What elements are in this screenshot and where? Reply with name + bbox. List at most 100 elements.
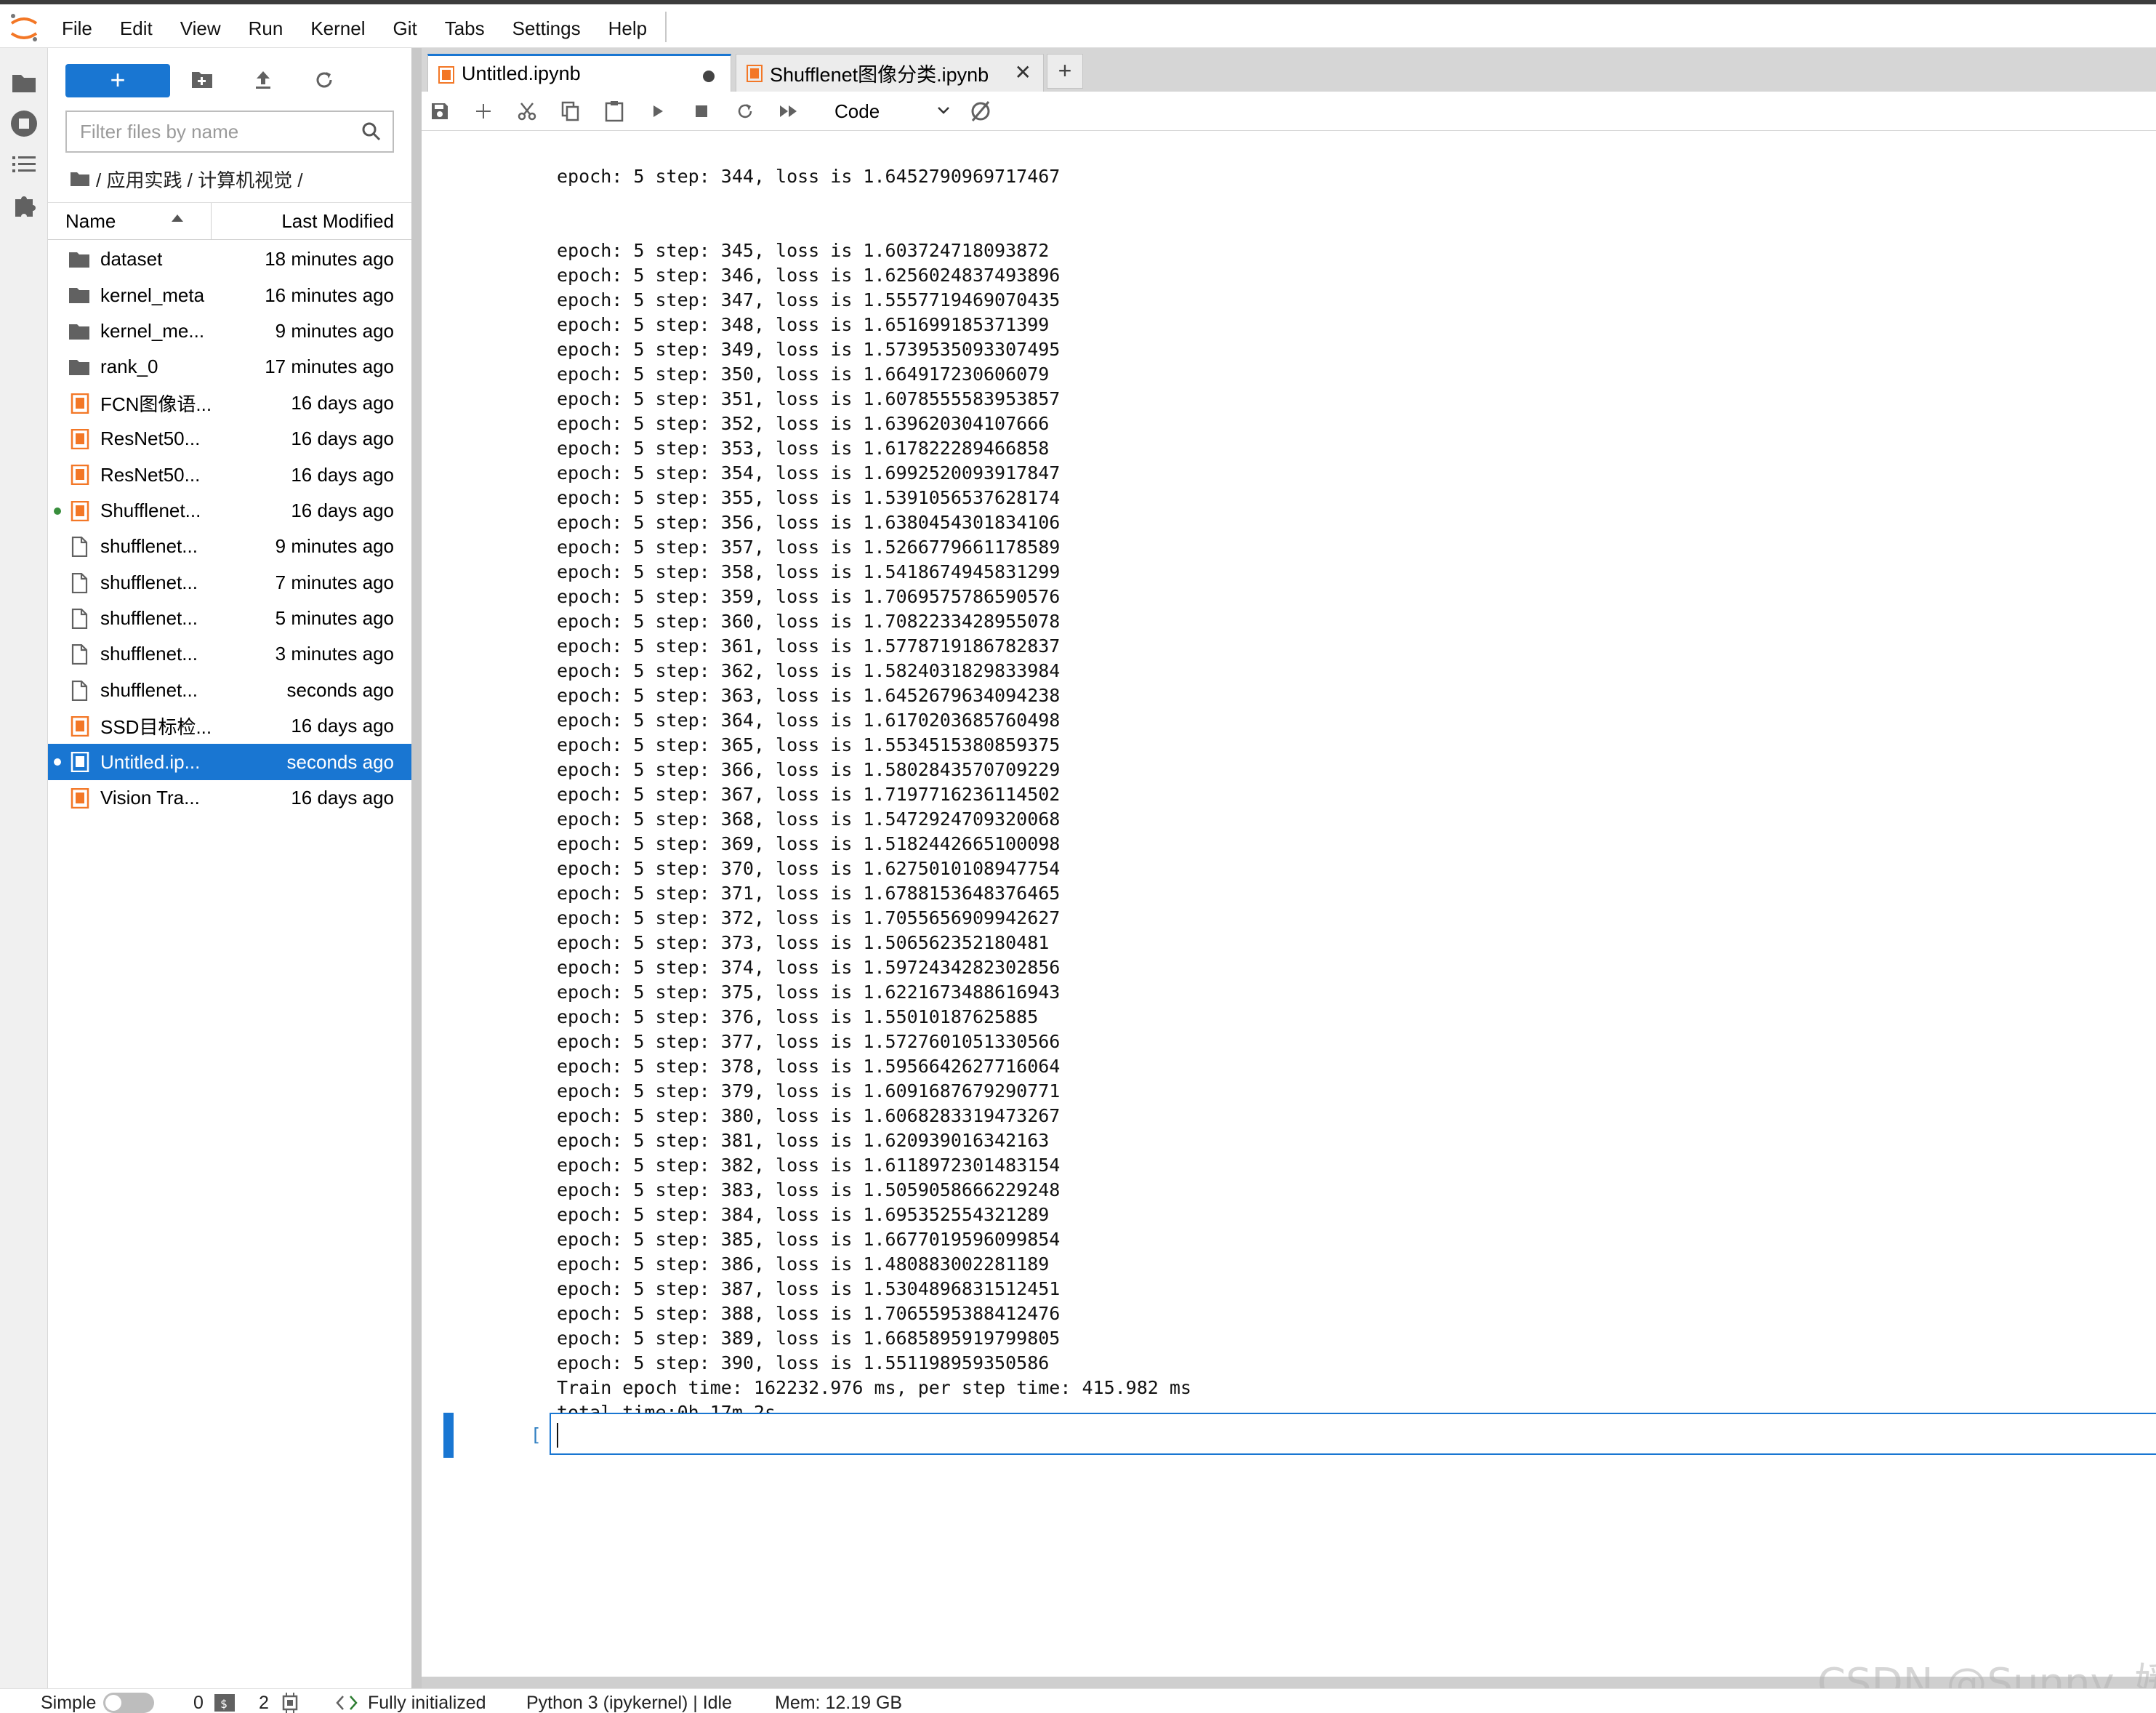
breadcrumb-path[interactable]: / 应用实践 / 计算机视觉 / [96, 166, 303, 193]
menu-settings[interactable]: Settings [499, 9, 595, 48]
file-last-modified: 5 minutes ago [275, 607, 394, 630]
cell-output: epoch: 5 step: 344, loss is 1.6452790969… [557, 132, 1938, 1499]
output-lines: epoch: 5 step: 345, loss is 1.6037247180… [557, 238, 1938, 1450]
cut-icon[interactable] [513, 97, 541, 125]
output-line: epoch: 5 step: 362, loss is 1.5824031829… [557, 660, 1061, 681]
column-divider[interactable] [211, 203, 212, 239]
folder-icon[interactable] [8, 67, 40, 99]
menu-help[interactable]: Help [595, 9, 661, 48]
output-line: epoch: 5 step: 349, loss is 1.5739535093… [557, 339, 1061, 360]
file-list-item[interactable]: SSD目标检... 16 days ago [48, 708, 411, 744]
main-dock-area: Untitled.ipynb Shufflenet图像分类.ipynb ✕ + [422, 48, 2156, 1688]
copy-icon[interactable] [557, 97, 584, 125]
paste-icon[interactable] [600, 97, 628, 125]
file-name: dataset [100, 248, 163, 270]
file-list-item[interactable]: dataset 18 minutes ago [48, 241, 411, 277]
file-icon [68, 680, 90, 701]
run-cell-icon[interactable] [644, 97, 672, 125]
file-list-item[interactable]: Vision Tra... 16 days ago [48, 780, 411, 816]
tab-untitled-notebook[interactable]: Untitled.ipynb [427, 54, 731, 92]
kernels-count[interactable]: 2 [259, 1692, 301, 1713]
running-icon[interactable] [8, 108, 40, 140]
file-list-item[interactable]: ResNet50... 16 days ago [48, 457, 411, 492]
filter-files-input[interactable] [67, 112, 350, 151]
menu-run[interactable]: Run [235, 9, 297, 48]
tab-label: Shufflenet图像分类.ipynb [770, 64, 989, 86]
file-list-item[interactable]: shufflenet... 7 minutes ago [48, 565, 411, 601]
kernel-status[interactable]: Python 3 (ipykernel) | Idle [526, 1692, 732, 1713]
file-list-item[interactable]: shufflenet... seconds ago [48, 673, 411, 708]
toggle-switch[interactable] [103, 1693, 155, 1713]
menu-file[interactable]: File [48, 9, 106, 48]
insert-cell-icon[interactable] [470, 97, 497, 125]
output-line: epoch: 5 step: 383, loss is 1.5059058666… [557, 1179, 1061, 1200]
refresh-icon[interactable] [310, 65, 339, 95]
code-editor[interactable] [550, 1413, 2156, 1455]
menu-view[interactable]: View [166, 9, 235, 48]
notebook-icon [68, 393, 90, 414]
file-list-item[interactable]: rank_0 17 minutes ago [48, 349, 411, 385]
file-list-item[interactable]: shufflenet... 9 minutes ago [48, 529, 411, 564]
menu-kernel[interactable]: Kernel [297, 9, 379, 48]
add-tab-button[interactable]: + [1047, 54, 1083, 89]
git-diff-icon[interactable] [967, 97, 994, 125]
new-folder-icon[interactable] [188, 65, 217, 95]
file-name: FCN图像语... [100, 393, 212, 415]
restart-kernel-icon[interactable] [731, 97, 759, 125]
code-brackets-icon [336, 1696, 358, 1710]
menu-bar: File Edit View Run Kernel Git Tabs Settings Help [0, 0, 2156, 48]
menu-git[interactable]: Git [379, 9, 430, 48]
file-list-item[interactable]: shufflenet... 3 minutes ago [48, 636, 411, 672]
notebook-icon [68, 500, 90, 521]
output-line: epoch: 5 step: 370, loss is 1.6275010108… [557, 858, 1061, 879]
tab-shufflenet-notebook[interactable]: Shufflenet图像分类.ipynb ✕ [736, 54, 1044, 92]
interrupt-kernel-icon[interactable] [688, 97, 715, 125]
file-name: Shufflenet... [100, 499, 201, 521]
column-last-modified-header[interactable]: Last Modified [281, 203, 394, 239]
file-name: shufflenet... [100, 643, 198, 665]
unsaved-changes-dot[interactable] [703, 71, 715, 82]
file-name: shufflenet... [100, 678, 198, 701]
jupyter-logo-icon[interactable] [7, 12, 41, 45]
file-list-item[interactable]: shufflenet... 5 minutes ago [48, 601, 411, 636]
upload-icon[interactable] [249, 65, 278, 95]
file-last-modified: 16 minutes ago [265, 284, 394, 306]
kernel-chip-icon [282, 1693, 298, 1713]
file-last-modified: 9 minutes ago [275, 319, 394, 342]
output-line: epoch: 5 step: 378, loss is 1.5956642627… [557, 1056, 1061, 1077]
simple-mode-toggle[interactable]: Simple [41, 1692, 155, 1713]
panel-splitter[interactable] [411, 48, 422, 1688]
file-list-item[interactable]: Untitled.ip... seconds ago [48, 744, 411, 780]
menu-tabs[interactable]: Tabs [431, 9, 499, 48]
output-line: epoch: 5 step: 384, loss is 1.6953525543… [557, 1204, 1050, 1225]
column-name-header[interactable]: Name [65, 203, 211, 239]
output-line: epoch: 5 step: 354, loss is 1.6992520093… [557, 462, 1061, 484]
extension-status[interactable]: Fully initialized [336, 1692, 486, 1713]
file-last-modified: 17 minutes ago [265, 356, 394, 378]
notebook-icon [438, 66, 454, 84]
restart-run-all-icon[interactable] [775, 97, 803, 125]
output-line: epoch: 5 step: 365, loss is 1.5534515380… [557, 734, 1061, 755]
file-list-item[interactable]: Shufflenet... 16 days ago [48, 493, 411, 529]
home-folder-icon[interactable] [70, 170, 90, 188]
output-line: epoch: 5 step: 361, loss is 1.5778719186… [557, 635, 1061, 657]
code-cell[interactable]: [ ]: [422, 1413, 2156, 1458]
output-line: epoch: 5 step: 350, loss is 1.6649172306… [557, 364, 1050, 385]
file-list-item[interactable]: kernel_meta 16 minutes ago [48, 277, 411, 313]
file-list-item[interactable]: FCN图像语... 16 days ago [48, 385, 411, 421]
jupyterlab-app: File Edit View Run Kernel Git Tabs Settings Help… [0, 0, 2156, 1713]
terminals-count[interactable]: 0 $ [193, 1692, 236, 1713]
cell-type-select[interactable]: Code [829, 97, 960, 125]
file-list-item[interactable]: ResNet50... 16 days ago [48, 421, 411, 457]
extension-icon[interactable] [8, 189, 40, 221]
toc-icon[interactable] [8, 148, 40, 180]
new-launcher-button[interactable]: + [65, 64, 170, 97]
menu-edit[interactable]: Edit [106, 9, 166, 48]
notebook-body: epoch: 5 step: 344, loss is 1.6452790969… [422, 132, 2156, 1688]
file-list-item[interactable]: kernel_me... 9 minutes ago [48, 313, 411, 349]
close-icon[interactable]: ✕ [1015, 63, 1031, 83]
output-line: epoch: 5 step: 380, loss is 1.6068283319… [557, 1105, 1061, 1126]
save-icon[interactable] [426, 97, 454, 125]
output-line: epoch: 5 step: 367, loss is 1.7197716236… [557, 784, 1061, 805]
output-line: epoch: 5 step: 366, loss is 1.5802843570… [557, 759, 1061, 780]
